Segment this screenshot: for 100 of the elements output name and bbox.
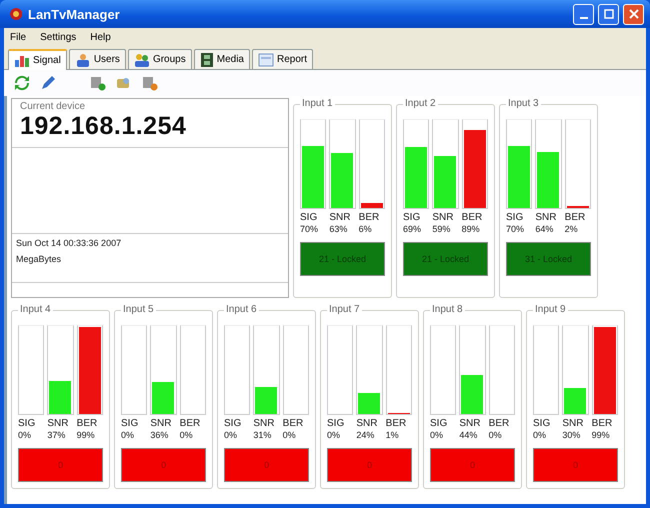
meter-value: 59% bbox=[432, 224, 452, 234]
meter-label: SNR bbox=[432, 212, 454, 223]
group-title: Input 5 bbox=[121, 304, 156, 315]
device-add-icon[interactable] bbox=[90, 75, 106, 91]
meter-value: 69% bbox=[403, 224, 422, 234]
close-icon bbox=[628, 9, 638, 19]
menu-item[interactable]: Help bbox=[90, 32, 111, 43]
refresh-icon[interactable] bbox=[14, 75, 30, 91]
group-icon bbox=[134, 52, 150, 66]
unit-label: MegaBytes bbox=[16, 254, 62, 264]
meter-value: 30% bbox=[562, 430, 582, 440]
meter-label: SIG bbox=[18, 418, 36, 429]
meter-value: 0% bbox=[282, 430, 297, 440]
timestamp: Sun Oct 14 00:33:36 2007 bbox=[16, 238, 122, 248]
device-address: 192.168.1.254 bbox=[20, 112, 188, 141]
meter-label: SNR bbox=[329, 212, 352, 223]
meter-value: 0% bbox=[224, 430, 238, 440]
meter-label: BER bbox=[462, 212, 484, 223]
meter-label: SIG bbox=[430, 418, 448, 429]
meter-value: 1% bbox=[386, 430, 400, 440]
meter-label: BER bbox=[592, 418, 614, 429]
meter-label: SNR bbox=[562, 418, 584, 429]
meter-value: 37% bbox=[47, 430, 66, 440]
meter-label: SIG bbox=[533, 418, 552, 429]
lock-status: 21 - Locked bbox=[300, 242, 385, 276]
lock-status: 21 - Locked bbox=[403, 242, 488, 276]
meter-label: SNR bbox=[535, 212, 558, 223]
meter-value: 89% bbox=[462, 224, 481, 234]
meter-value: 36% bbox=[150, 430, 170, 440]
meter-label: SIG bbox=[300, 212, 318, 223]
tab[interactable]: Groups bbox=[128, 49, 192, 69]
window-title: LanTvManager bbox=[28, 6, 121, 22]
tab[interactable]: Report bbox=[252, 49, 313, 69]
meter-value: 70% bbox=[300, 224, 320, 234]
maximize-icon bbox=[604, 9, 614, 19]
lock-status: 0 bbox=[18, 448, 103, 482]
minimize-icon bbox=[580, 17, 588, 19]
meter-label: BER bbox=[76, 418, 98, 429]
lock-status: 0 bbox=[224, 448, 309, 482]
app-icon bbox=[8, 6, 24, 22]
group-title: Input 6 bbox=[224, 304, 259, 315]
device-caption: Current device bbox=[20, 101, 86, 112]
minimize-button[interactable] bbox=[573, 4, 594, 24]
group-title: Input 4 bbox=[18, 304, 53, 315]
meter-label: BER bbox=[358, 212, 380, 223]
pen-icon[interactable] bbox=[40, 75, 56, 91]
meter-label: SNR bbox=[356, 418, 378, 429]
meter-value: 99% bbox=[76, 430, 96, 440]
meter-label: SNR bbox=[150, 418, 172, 429]
device-edit-icon[interactable] bbox=[116, 75, 132, 91]
meter-label: BER bbox=[282, 418, 304, 429]
group-title: Input 3 bbox=[506, 98, 541, 109]
meter-value: 31% bbox=[253, 430, 272, 440]
meter-value: 44% bbox=[459, 430, 478, 440]
meter-value: 0% bbox=[430, 430, 444, 440]
meter-value: 0% bbox=[488, 430, 503, 440]
group-title: Input 7 bbox=[327, 304, 362, 315]
film-icon bbox=[200, 52, 214, 66]
tab[interactable]: Users bbox=[68, 49, 126, 69]
menu-item[interactable]: Settings bbox=[40, 32, 76, 43]
lock-status: 31 - Locked bbox=[506, 242, 591, 276]
users-icon bbox=[74, 52, 91, 66]
tab[interactable]: Media bbox=[194, 49, 250, 69]
meter-label: BER bbox=[180, 418, 202, 429]
meter-value: 64% bbox=[535, 224, 554, 234]
group-title: Input 8 bbox=[430, 304, 465, 315]
meter-label: SIG bbox=[506, 212, 524, 223]
tab[interactable]: Signal bbox=[8, 49, 67, 70]
meter-value: 0% bbox=[121, 430, 136, 440]
meter-value: 24% bbox=[356, 430, 376, 440]
meter-value: 63% bbox=[329, 224, 348, 234]
lock-status: 0 bbox=[121, 448, 206, 482]
chart-icon bbox=[14, 53, 30, 67]
meter-value: 0% bbox=[327, 430, 342, 440]
maximize-button[interactable] bbox=[598, 4, 619, 24]
lock-status: 0 bbox=[533, 448, 618, 482]
report-icon bbox=[258, 52, 274, 66]
meter-label: SIG bbox=[327, 418, 346, 429]
meter-value: 0% bbox=[533, 430, 548, 440]
lock-status: 0 bbox=[430, 448, 515, 482]
meter-value: 0% bbox=[180, 430, 194, 440]
meter-label: SNR bbox=[47, 418, 70, 429]
meter-label: SNR bbox=[459, 418, 482, 429]
meter-label: BER bbox=[564, 212, 586, 223]
meter-value: 6% bbox=[358, 224, 373, 234]
group-title: Input 9 bbox=[533, 304, 568, 315]
meter-value: 99% bbox=[592, 430, 611, 440]
meter-value: 70% bbox=[506, 224, 526, 234]
group-title: Input 1 bbox=[300, 98, 335, 109]
meter-label: SIG bbox=[224, 418, 242, 429]
meter-value: 2% bbox=[564, 224, 579, 234]
lock-status: 0 bbox=[327, 448, 412, 482]
meter-label: BER bbox=[386, 418, 408, 429]
device-remove-icon[interactable] bbox=[142, 75, 158, 91]
menu-item[interactable]: File bbox=[10, 32, 26, 43]
meter-value: 0% bbox=[18, 430, 32, 440]
close-button[interactable] bbox=[623, 4, 644, 24]
meter-label: SIG bbox=[121, 418, 140, 429]
meter-label: BER bbox=[488, 418, 510, 429]
group-title: Input 2 bbox=[403, 98, 438, 109]
